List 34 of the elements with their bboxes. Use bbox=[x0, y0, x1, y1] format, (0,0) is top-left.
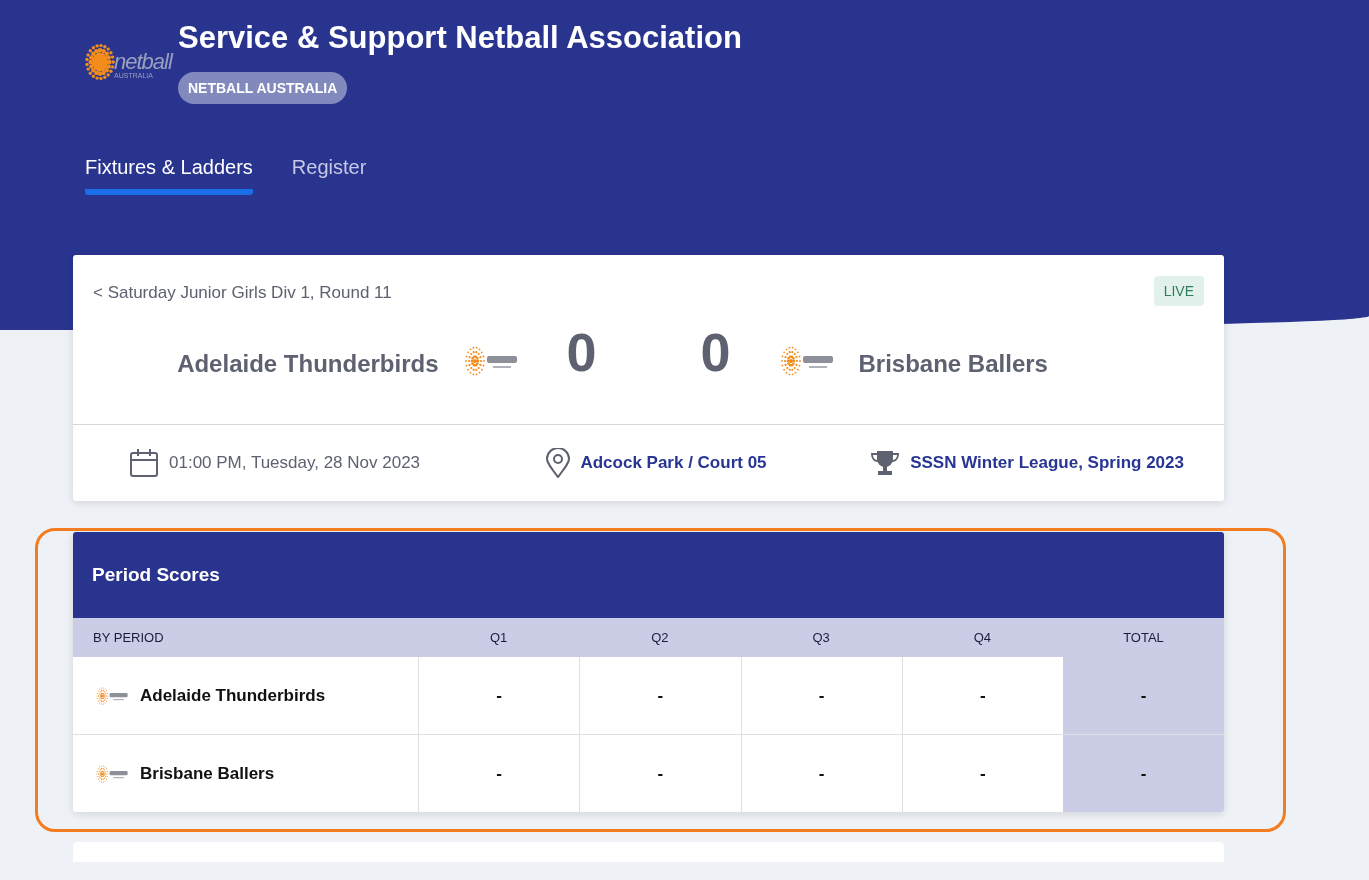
team-name: Brisbane Ballers bbox=[140, 763, 275, 784]
venue-link[interactable]: Adcock Park / Court 05 bbox=[580, 453, 767, 473]
nav-tab[interactable]: Register bbox=[291, 156, 367, 195]
breadcrumb-link[interactable]: < Saturday Junior Girls Div 1, Round 11 bbox=[93, 283, 392, 303]
logo-text: netball bbox=[114, 51, 172, 73]
score-cell: - bbox=[418, 734, 580, 812]
trophy-icon bbox=[870, 450, 901, 476]
column-header: Q1 bbox=[418, 618, 580, 657]
match-status: LIVE bbox=[1153, 276, 1204, 306]
team-score: 0 bbox=[566, 324, 597, 379]
column-header: BY PERIOD bbox=[73, 618, 418, 657]
column-header: Q2 bbox=[579, 618, 741, 657]
score-cell: - bbox=[418, 657, 580, 734]
total-cell: - bbox=[1063, 734, 1224, 812]
association-badge: NETBALL AUSTRALIA bbox=[178, 72, 348, 104]
calendar-icon bbox=[129, 448, 159, 478]
column-header: Q3 bbox=[740, 618, 902, 657]
score-cell: - bbox=[579, 657, 741, 734]
column-header: TOTAL bbox=[1063, 618, 1224, 657]
team-name: Brisbane Ballers bbox=[858, 350, 1048, 378]
team-name: Adelaide Thunderbirds bbox=[177, 350, 439, 378]
column-header: Q4 bbox=[901, 618, 1063, 657]
team-name: Adelaide Thunderbirds bbox=[140, 685, 326, 706]
location-pin-icon bbox=[546, 448, 571, 478]
section-title: Period Scores bbox=[73, 532, 1224, 618]
nav-tab[interactable]: Fixtures & Ladders bbox=[85, 156, 253, 195]
competition-link[interactable]: SSSN Winter League, Spring 2023 bbox=[910, 453, 1184, 473]
association-title: Service & Support Netball Association bbox=[178, 20, 742, 56]
score-cell: - bbox=[740, 734, 902, 812]
team-score: 0 bbox=[700, 324, 731, 379]
total-cell: - bbox=[1063, 657, 1224, 734]
score-cell: - bbox=[740, 657, 902, 734]
match-date: 01:00 PM, Tuesday, 28 Nov 2023 bbox=[169, 453, 421, 473]
score-cell: - bbox=[579, 734, 741, 812]
